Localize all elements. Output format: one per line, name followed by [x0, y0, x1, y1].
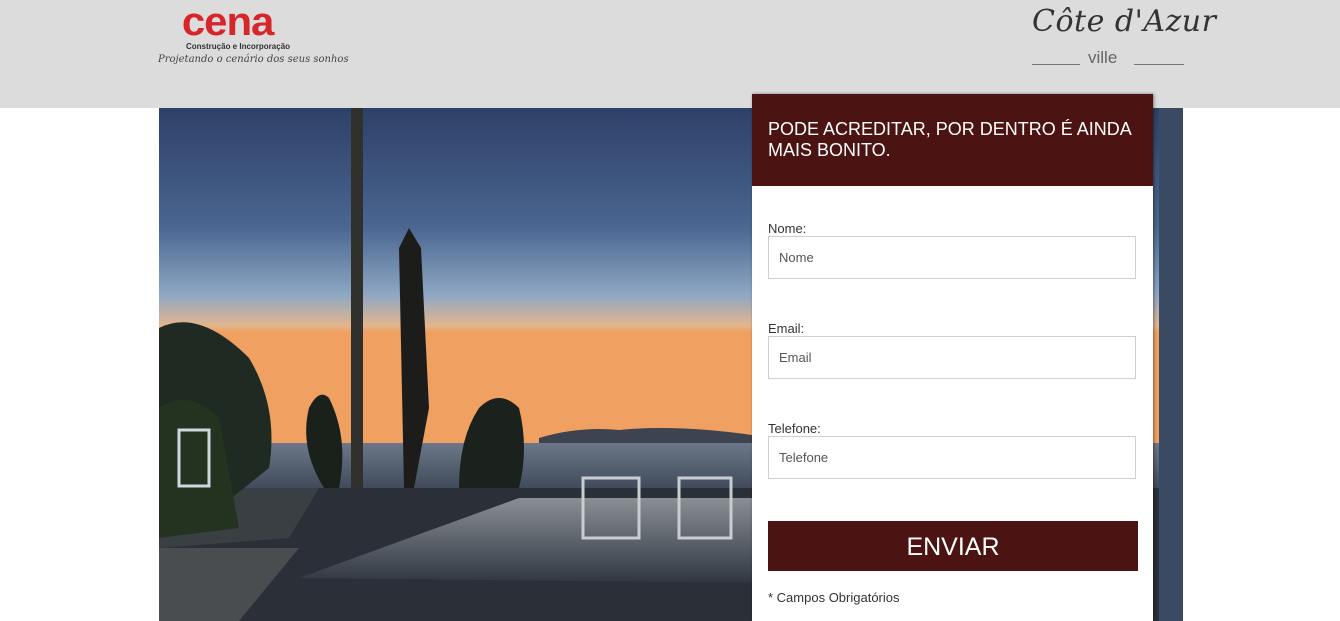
- name-label: Nome:: [768, 221, 807, 236]
- cote-dazur-ville: ville: [1088, 48, 1118, 67]
- cena-logo[interactable]: cena Construção e Incorporação Projetand…: [158, 0, 349, 70]
- email-label: Email:: [768, 321, 805, 336]
- form-header: PODE ACREDITAR, POR DENTRO É AINDA MAIS …: [752, 94, 1153, 186]
- phone-input[interactable]: [768, 436, 1136, 479]
- required-fields-note: * Campos Obrigatórios: [768, 590, 900, 605]
- cote-dazur-wordmark: Côte d'Azur: [1032, 4, 1217, 39]
- phone-label: Telefone:: [768, 421, 821, 436]
- submit-button[interactable]: ENVIAR: [768, 521, 1138, 571]
- contact-form-panel: PODE ACREDITAR, POR DENTRO É AINDA MAIS …: [752, 94, 1153, 621]
- site-header: cena Construção e Incorporação Projetand…: [0, 0, 1340, 108]
- email-input[interactable]: [768, 336, 1136, 379]
- cote-dazur-logo[interactable]: Côte d'Azur ville: [1030, 2, 1216, 72]
- cena-logo-subtitle: Construção e Incorporação: [186, 42, 291, 51]
- cena-logo-tagline: Projetando o cenário dos seus sonhos: [158, 54, 349, 65]
- logo-divider-right: [1134, 64, 1184, 65]
- cena-logo-wordmark: cena: [181, 0, 275, 44]
- logo-divider-left: [1032, 64, 1080, 65]
- name-input[interactable]: [768, 236, 1136, 279]
- form-title: PODE ACREDITAR, POR DENTRO É AINDA MAIS …: [768, 119, 1131, 160]
